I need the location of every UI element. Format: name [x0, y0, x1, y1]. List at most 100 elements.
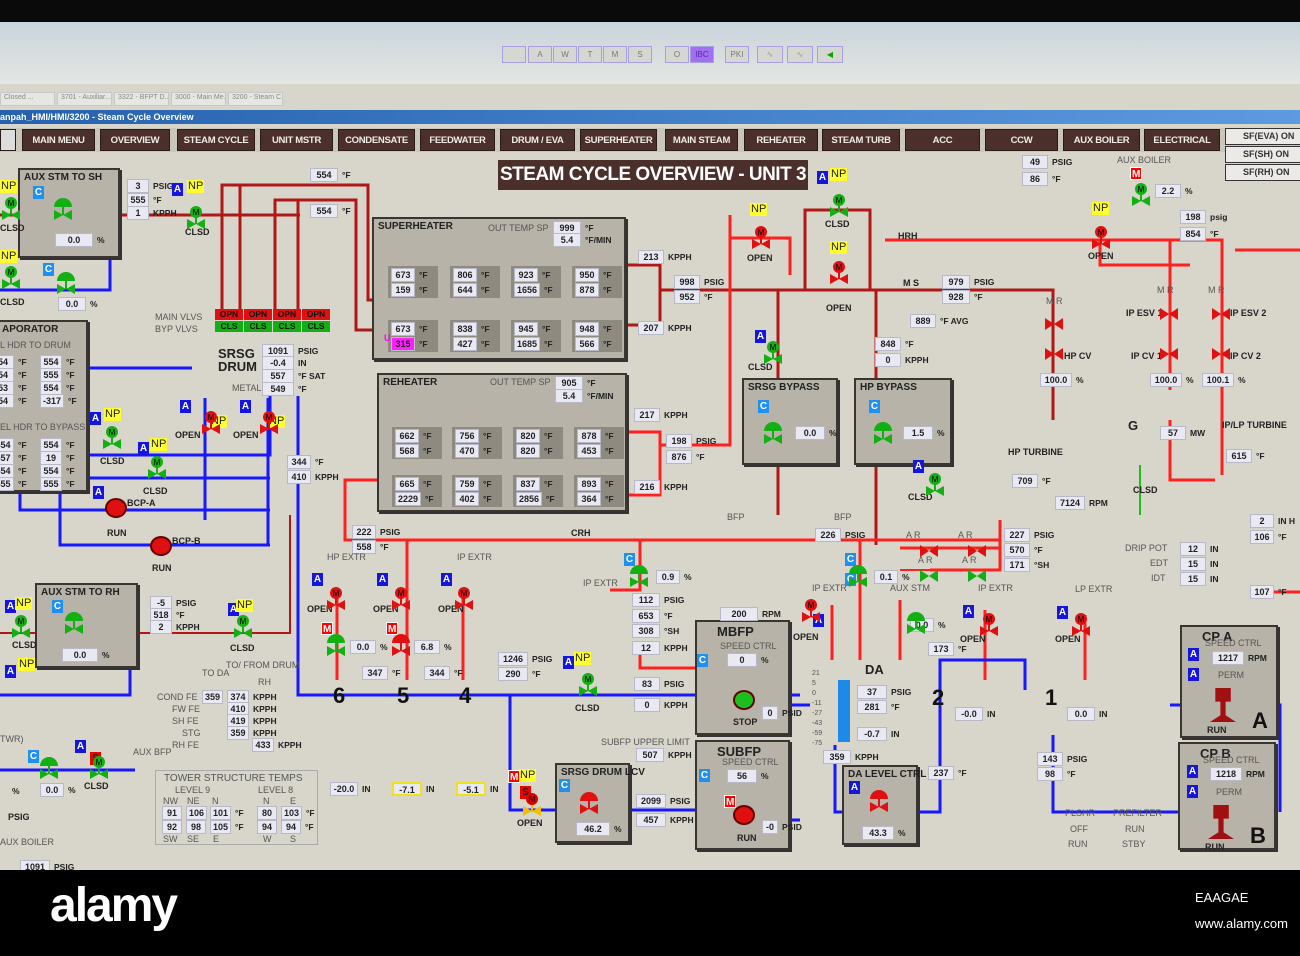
badge-a[interactable]: A [172, 183, 183, 196]
main-valve-status[interactable]: OPN [244, 309, 272, 320]
motor-valve-icon[interactable]: M [1130, 182, 1152, 208]
badge-np[interactable]: NP [15, 597, 33, 610]
motor-valve-icon[interactable]: M [1090, 225, 1112, 251]
bypass-valve-status[interactable]: CLS [273, 321, 301, 332]
motor-valve-icon[interactable]: M [101, 425, 123, 451]
control-valve-icon[interactable] [872, 420, 894, 446]
bypass-valve-status[interactable]: CLS [244, 321, 272, 332]
motor-valve-icon[interactable]: M [521, 792, 543, 818]
badge-a[interactable]: A [138, 442, 149, 455]
badge-a[interactable]: A [180, 400, 191, 413]
motor-valve-icon[interactable]: M [828, 193, 850, 219]
bcp-a-pump-icon[interactable] [105, 498, 127, 518]
badge-a[interactable]: A [240, 400, 251, 413]
badge-c[interactable]: C [697, 654, 708, 667]
motor-valve-icon[interactable]: M [0, 196, 22, 222]
motor-valve-icon[interactable]: M [200, 410, 222, 436]
motor-valve-icon[interactable]: M [800, 598, 822, 624]
badge-a[interactable]: A [1187, 765, 1198, 778]
main-valve-status[interactable]: OPN [215, 309, 243, 320]
gate-valve-icon[interactable] [1210, 340, 1232, 366]
badge-c[interactable]: C [758, 400, 769, 413]
control-valve-icon[interactable] [628, 563, 650, 589]
control-valve-icon[interactable] [762, 420, 784, 446]
badge-c[interactable]: C [699, 769, 710, 782]
control-valve-icon[interactable] [847, 563, 869, 589]
badge-np[interactable]: NP [150, 438, 168, 451]
gate-valve-icon[interactable] [1043, 310, 1065, 336]
badge-a[interactable]: A [1187, 785, 1198, 798]
control-valve-icon[interactable] [38, 755, 60, 781]
badge-np[interactable]: NP [750, 203, 768, 216]
motor-valve-icon[interactable]: M [10, 614, 32, 640]
control-valve-icon[interactable] [868, 788, 890, 814]
badge-a[interactable]: A [312, 573, 323, 586]
motor-valve-icon[interactable]: M [390, 586, 412, 612]
gate-valve-icon[interactable] [1210, 300, 1232, 326]
badge-a[interactable]: A [963, 605, 974, 618]
badge-np[interactable]: NP [236, 599, 254, 612]
badge-a[interactable]: A [817, 171, 828, 184]
badge-a[interactable]: A [563, 656, 574, 669]
gate-valve-icon[interactable] [918, 562, 940, 588]
control-valve-icon[interactable] [55, 270, 77, 296]
sf-status-0[interactable]: SF(EVA) ON [1225, 128, 1300, 145]
badge-c[interactable]: C [33, 186, 44, 199]
motor-valve-icon[interactable]: M [828, 260, 850, 286]
motor-valve-icon[interactable]: M [185, 205, 207, 231]
badge-a[interactable]: A [1188, 648, 1199, 661]
badge-np[interactable]: NP [104, 408, 122, 421]
badge-np[interactable]: NP [574, 652, 592, 665]
badge-a[interactable]: A [93, 486, 104, 499]
sf-status-2[interactable]: SF(RH) ON [1225, 164, 1300, 181]
badge-a[interactable]: A [90, 412, 101, 425]
motor-valve-icon[interactable]: M [762, 340, 784, 366]
control-valve-icon[interactable] [52, 196, 74, 222]
badge-np[interactable]: NP [0, 180, 18, 193]
badge-np[interactable]: NP [18, 658, 36, 671]
badge-np[interactable]: NP [830, 168, 848, 181]
motor-valve-icon[interactable]: M [88, 755, 110, 781]
badge-np[interactable]: NP [519, 769, 537, 782]
motor-valve-icon[interactable]: M [146, 455, 168, 481]
gate-valve-icon[interactable] [918, 537, 940, 563]
badge-c[interactable]: C [52, 600, 63, 613]
motor-valve-icon[interactable]: M [232, 614, 254, 640]
gate-valve-icon[interactable] [1158, 300, 1180, 326]
badge-a[interactable]: A [377, 573, 388, 586]
motor-valve-icon[interactable]: M [0, 265, 22, 291]
badge-c[interactable]: C [869, 400, 880, 413]
motor-valve-icon[interactable]: M [750, 225, 772, 251]
sf-status-1[interactable]: SF(SH) ON [1225, 146, 1300, 163]
badge-m[interactable]: M [1130, 167, 1143, 180]
bypass-valve-status[interactable]: CLS [215, 321, 243, 332]
subfp-pump-icon[interactable] [733, 805, 755, 825]
badge-a[interactable]: A [441, 573, 452, 586]
badge-c[interactable]: C [43, 263, 54, 276]
badge-a[interactable]: A [913, 460, 924, 473]
badge-np[interactable]: NP [187, 180, 205, 193]
badge-a[interactable]: A [1057, 606, 1068, 619]
gate-valve-icon[interactable] [966, 537, 988, 563]
badge-a[interactable]: A [75, 740, 86, 753]
main-valve-status[interactable]: OPN [273, 309, 301, 320]
badge-c[interactable]: C [559, 779, 570, 792]
control-valve-icon[interactable] [325, 632, 347, 658]
control-valve-icon[interactable] [390, 632, 412, 658]
mbfp-pump-icon[interactable] [733, 690, 755, 710]
badge-m[interactable]: M [724, 795, 737, 808]
motor-valve-icon[interactable]: M [325, 586, 347, 612]
motor-valve-icon[interactable]: M [453, 586, 475, 612]
main-valve-status[interactable]: OPN [302, 309, 330, 320]
badge-a[interactable]: A [849, 781, 860, 794]
gate-valve-icon[interactable] [1043, 340, 1065, 366]
bcp-b-pump-icon[interactable] [150, 536, 172, 556]
motor-valve-icon[interactable]: M [924, 472, 946, 498]
control-valve-icon[interactable] [578, 790, 600, 816]
motor-valve-icon[interactable]: M [1070, 612, 1092, 638]
motor-valve-icon[interactable]: M [978, 612, 1000, 638]
badge-np[interactable]: NP [830, 241, 848, 254]
badge-a[interactable]: A [1188, 668, 1199, 681]
badge-np[interactable]: NP [1092, 202, 1110, 215]
motor-valve-icon[interactable]: M [258, 410, 280, 436]
